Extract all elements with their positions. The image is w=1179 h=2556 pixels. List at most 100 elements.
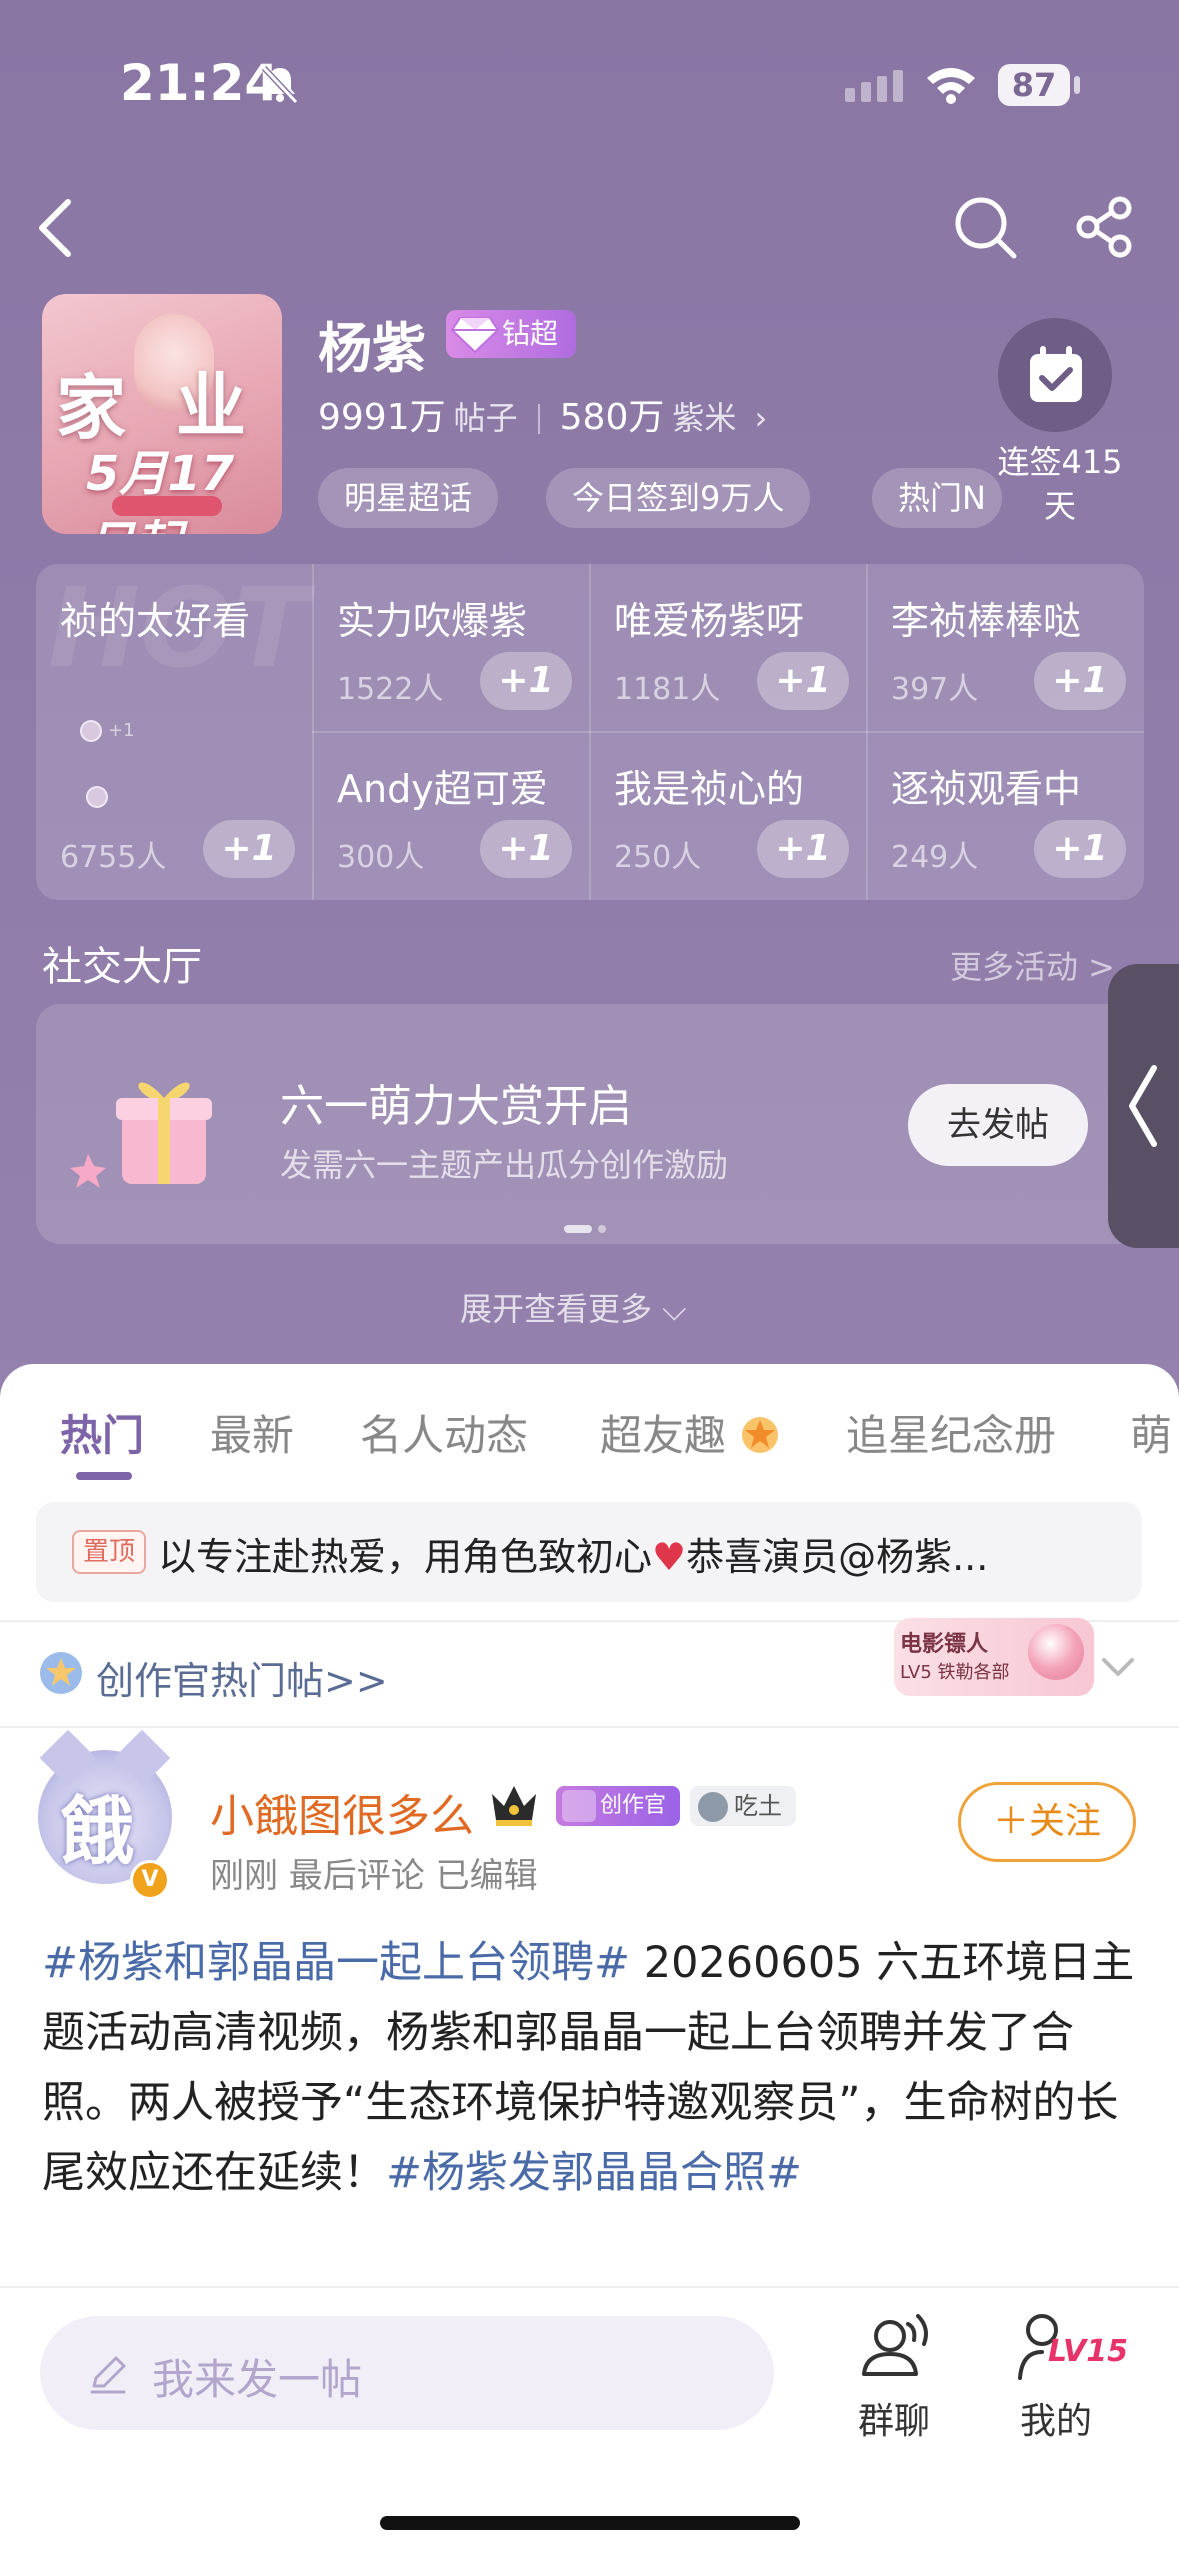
mini-plus: +1: [108, 720, 135, 741]
back-arrow-icon[interactable]: [34, 196, 78, 260]
chevron-down-icon[interactable]: [1100, 1656, 1136, 1680]
expand-more-link[interactable]: 展开查看更多 ⌵: [460, 1284, 686, 1330]
tab-celebrity-updates[interactable]: 名人动态: [360, 1402, 528, 1463]
grid-cell[interactable]: 实力吹爆紫 1522人 +1: [313, 564, 590, 732]
tab-latest[interactable]: 最新: [210, 1402, 294, 1463]
more-activities-link[interactable]: 更多活动 >: [950, 942, 1115, 988]
cell-title: 逐祯观看中: [891, 767, 1082, 811]
grid-cell[interactable]: 唯爱杨紫呀 1181人 +1: [590, 564, 867, 732]
cell-count: 249人: [891, 840, 979, 875]
star-icon: [742, 1417, 779, 1453]
battery-tip: [1074, 76, 1080, 94]
side-drawer-tab[interactable]: [1108, 964, 1179, 1248]
share-icon[interactable]: [1074, 196, 1136, 258]
plus-one-button[interactable]: +1: [480, 652, 572, 710]
post-body[interactable]: #杨紫和郭晶晶一起上台领聘# 20260605 六五环境日主题活动高清视频，杨紫…: [42, 1928, 1142, 2208]
cover-image[interactable]: 家 业 5月17日起: [42, 294, 282, 534]
my-profile-label[interactable]: 我的: [1020, 2392, 1092, 2444]
plus-one-button[interactable]: +1: [1034, 652, 1126, 710]
level-badge: LV15: [1048, 2334, 1128, 2369]
divider: [0, 1726, 1179, 1728]
group-chat-label[interactable]: 群聊: [858, 2392, 930, 2444]
compose-placeholder: 我来发一帖: [152, 2355, 363, 2404]
plus-one-button[interactable]: +1: [757, 820, 849, 878]
cell-title: Andy超可爱: [337, 767, 548, 811]
tab-cute[interactable]: 萌: [1130, 1402, 1172, 1463]
plus-one-button[interactable]: +1: [1034, 820, 1126, 878]
pinned-text[interactable]: 以专注赴热爱，用角色致初心♥恭喜演员@杨紫...: [158, 1526, 1088, 1581]
crown-icon: [492, 1786, 536, 1826]
grid-cell[interactable]: 逐祯观看中 249人 +1: [867, 732, 1144, 900]
grid-cell[interactable]: Andy超可爱 300人 +1: [313, 732, 590, 900]
cell-count: 397人: [891, 672, 979, 707]
chip-hot[interactable]: 热门N: [872, 468, 1002, 528]
promo-banner[interactable]: 电影镖人 LV5 铁勒各部: [894, 1618, 1094, 1696]
diamond-badge-label: 钻超: [502, 317, 559, 350]
username[interactable]: 小餓图很多么: [210, 1780, 474, 1844]
follow-button[interactable]: ＋关注: [958, 1782, 1136, 1862]
cell-count: 300人: [337, 840, 425, 875]
battery-indicator: 87: [998, 64, 1070, 106]
cell-title: 唯爱杨紫呀: [614, 599, 805, 643]
level-title-label: 吃土: [734, 1792, 782, 1820]
pinned-text-part2: 恭喜演员@杨紫...: [686, 1535, 989, 1579]
cell-title: 祯的太好看: [60, 599, 251, 643]
topic-name: 杨紫: [318, 317, 426, 380]
pencil-icon: [90, 2356, 126, 2394]
plus-one-button[interactable]: +1: [757, 652, 849, 710]
cell-count: 1522人: [337, 672, 444, 707]
chip-checkin-count[interactable]: 今日签到9万人: [546, 468, 811, 528]
tab-super-friends[interactable]: 超友趣: [600, 1402, 781, 1463]
plus-one-button[interactable]: +1: [480, 820, 572, 878]
wifi-icon: [927, 68, 975, 104]
post-meta: 刚刚 最后评论 已编辑: [210, 1856, 538, 1896]
chevron-left-icon: [1129, 1065, 1157, 1147]
grid-cell[interactable]: 李祯棒棒哒 397人 +1: [867, 564, 1144, 732]
cell-title: 李祯棒棒哒: [891, 599, 1082, 643]
search-icon[interactable]: [952, 194, 1018, 260]
plus-one-button[interactable]: +1: [203, 820, 295, 878]
bell-muted-icon: [261, 65, 299, 105]
promo-ball-graphic: [1028, 1624, 1084, 1680]
cell-count: 1181人: [614, 672, 721, 707]
chevron-right-icon[interactable]: ›: [744, 399, 768, 437]
fans-count[interactable]: 580万: [560, 397, 665, 438]
carousel-dots: [564, 1218, 612, 1237]
tab-super-friends-label: 超友趣: [600, 1411, 727, 1460]
heart-icon: ♥: [652, 1535, 687, 1579]
grid-cell[interactable]: 祯的太好看 +1 6755人 +1: [36, 564, 313, 900]
activity-title: 六一萌力大赏开启: [280, 1081, 632, 1132]
home-indicator[interactable]: [380, 2516, 800, 2530]
tab-hot[interactable]: 热门: [60, 1402, 144, 1463]
mini-avatar: [86, 786, 108, 808]
pinned-badge: 置顶: [72, 1530, 146, 1574]
checkin-button[interactable]: [998, 318, 1112, 432]
creator-badge: 创作官: [556, 1786, 680, 1826]
checkin-streak: 连签415天: [997, 443, 1123, 525]
tab-fan-album[interactable]: 追星纪念册: [846, 1402, 1056, 1463]
fans-label[interactable]: 紫米: [672, 399, 736, 437]
cell-count: 6755人: [60, 840, 167, 875]
posts-label: 帖子: [453, 399, 518, 437]
creator-badge-icon: [562, 1790, 596, 1822]
creator-star-icon: [40, 1652, 82, 1694]
chip-star-topic[interactable]: 明星超话: [318, 468, 499, 528]
go-post-button[interactable]: 去发帖: [908, 1084, 1088, 1166]
stats-divider: [537, 404, 540, 434]
diamond-super-badge[interactable]: 钻超: [446, 310, 576, 358]
hashtag-link[interactable]: #杨紫和郭晶晶一起上台领聘#: [42, 1938, 630, 1988]
calendar-check-icon: [1030, 346, 1082, 402]
posts-count: 9991万: [318, 397, 446, 438]
compose-post-input[interactable]: 我来发一帖: [40, 2316, 774, 2430]
grid-cell[interactable]: 我是祯心的 250人 +1: [590, 732, 867, 900]
creator-hot-posts-link[interactable]: 创作官热门帖>>: [96, 1650, 388, 1705]
active-tab-indicator: [76, 1472, 132, 1480]
avatar-glyph: 餓: [60, 1789, 134, 1875]
fan-group-grid: HOT 祯的太好看 +1 6755人 +1 实力吹爆紫 1522人 +1 唯爱杨…: [36, 564, 1144, 900]
promo-title: 电影镖人: [900, 1632, 989, 1657]
hashtag-link[interactable]: #杨紫发郭晶晶合照#: [386, 2148, 802, 2198]
pinned-text-part1: 以专注赴热爱，用角色致初心: [158, 1535, 653, 1579]
promo-subtitle: LV5 铁勒各部: [900, 1662, 1010, 1683]
group-chat-icon[interactable]: [856, 2308, 936, 2388]
my-profile-icon[interactable]: LV15: [1016, 2308, 1128, 2388]
